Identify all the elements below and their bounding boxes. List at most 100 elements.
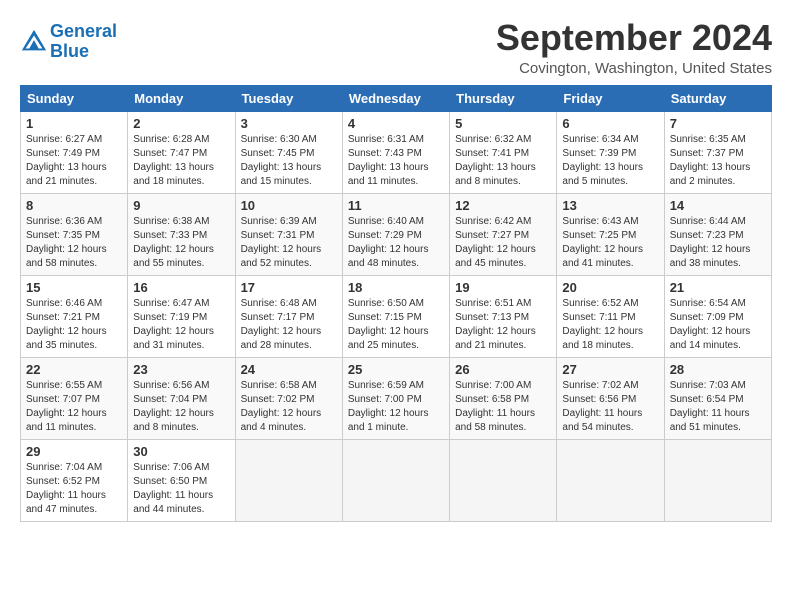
day-info: Sunrise: 6:39 AMSunset: 7:31 PMDaylight:… — [241, 215, 337, 271]
day-cell-14: 14 Sunrise: 6:44 AMSunset: 7:23 PMDayligh… — [664, 193, 771, 275]
day-cell-4: 4Sunrise: 6:31 AMSunset: 7:43 PMDaylight… — [342, 111, 449, 193]
day-cell-13: 13 Sunrise: 6:43 AMSunset: 7:25 PMDayligh… — [557, 193, 664, 275]
logo-icon — [20, 28, 48, 56]
day-cell-11: 11 Sunrise: 6:40 AMSunset: 7:29 PMDayligh… — [342, 193, 449, 275]
day-cell-27: 27 Sunrise: 7:02 AMSunset: 6:56 PMDayligh… — [557, 357, 664, 439]
day-info: Sunrise: 6:55 AMSunset: 7:07 PMDaylight:… — [26, 379, 122, 435]
day-number: 11 — [348, 198, 444, 213]
day-info: Sunrise: 6:38 AMSunset: 7:33 PMDaylight:… — [133, 215, 229, 271]
empty-cell — [235, 439, 342, 521]
header-row: SundayMondayTuesdayWednesdayThursdayFrid… — [21, 85, 772, 111]
day-number: 1 — [26, 116, 122, 131]
day-info: Sunrise: 6:54 AMSunset: 7:09 PMDaylight:… — [670, 297, 766, 353]
day-cell-26: 26 Sunrise: 7:00 AMSunset: 6:58 PMDayligh… — [450, 357, 557, 439]
day-number: 5 — [455, 116, 551, 131]
col-header-tuesday: Tuesday — [235, 85, 342, 111]
day-info: Sunrise: 6:42 AMSunset: 7:27 PMDaylight:… — [455, 215, 551, 271]
col-header-monday: Monday — [128, 85, 235, 111]
day-info: Sunrise: 6:58 AMSunset: 7:02 PMDaylight:… — [241, 379, 337, 435]
day-info: Sunrise: 7:03 AMSunset: 6:54 PMDaylight:… — [670, 379, 766, 435]
day-cell-8: 8 Sunrise: 6:36 AMSunset: 7:35 PMDaylight… — [21, 193, 128, 275]
day-number: 27 — [562, 362, 658, 377]
day-info: Sunrise: 6:52 AMSunset: 7:11 PMDaylight:… — [562, 297, 658, 353]
day-cell-3: 3Sunrise: 6:30 AMSunset: 7:45 PMDaylight… — [235, 111, 342, 193]
day-number: 22 — [26, 362, 122, 377]
day-number: 18 — [348, 280, 444, 295]
day-number: 28 — [670, 362, 766, 377]
day-info: Sunrise: 6:27 AMSunset: 7:49 PMDaylight:… — [26, 133, 122, 189]
day-number: 16 — [133, 280, 229, 295]
day-cell-21: 21Sunrise: 6:54 AMSunset: 7:09 PMDayligh… — [664, 275, 771, 357]
day-number: 15 — [26, 280, 122, 295]
calendar-week-3: 22 Sunrise: 6:55 AMSunset: 7:07 PMDayligh… — [21, 357, 772, 439]
day-cell-19: 19 Sunrise: 6:51 AMSunset: 7:13 PMDayligh… — [450, 275, 557, 357]
day-info: Sunrise: 6:59 AMSunset: 7:00 PMDaylight:… — [348, 379, 444, 435]
day-number: 2 — [133, 116, 229, 131]
day-number: 6 — [562, 116, 658, 131]
day-info: Sunrise: 6:31 AMSunset: 7:43 PMDaylight:… — [348, 133, 444, 189]
day-cell-10: 10 Sunrise: 6:39 AMSunset: 7:31 PMDayligh… — [235, 193, 342, 275]
day-info: Sunrise: 6:43 AMSunset: 7:25 PMDaylight:… — [562, 215, 658, 271]
day-number: 23 — [133, 362, 229, 377]
day-number: 26 — [455, 362, 551, 377]
day-info: Sunrise: 6:36 AMSunset: 7:35 PMDaylight:… — [26, 215, 122, 271]
day-number: 7 — [670, 116, 766, 131]
day-cell-16: 16 Sunrise: 6:47 AMSunset: 7:19 PMDayligh… — [128, 275, 235, 357]
calendar-table: SundayMondayTuesdayWednesdayThursdayFrid… — [20, 85, 772, 522]
header: General Blue September 2024 Covington, W… — [20, 18, 772, 77]
day-cell-15: 15 Sunrise: 6:46 AMSunset: 7:21 PMDayligh… — [21, 275, 128, 357]
empty-cell — [664, 439, 771, 521]
empty-cell — [342, 439, 449, 521]
day-cell-23: 23Sunrise: 6:56 AMSunset: 7:04 PMDayligh… — [128, 357, 235, 439]
day-cell-22: 22 Sunrise: 6:55 AMSunset: 7:07 PMDayligh… — [21, 357, 128, 439]
day-info: Sunrise: 7:06 AMSunset: 6:50 PMDaylight:… — [133, 461, 229, 517]
day-cell-1: 1 Sunrise: 6:27 AMSunset: 7:49 PMDaylight… — [21, 111, 128, 193]
title-block: September 2024 Covington, Washington, Un… — [496, 18, 772, 77]
col-header-saturday: Saturday — [664, 85, 771, 111]
day-info: Sunrise: 6:40 AMSunset: 7:29 PMDaylight:… — [348, 215, 444, 271]
day-cell-20: 20 Sunrise: 6:52 AMSunset: 7:11 PMDayligh… — [557, 275, 664, 357]
day-cell-29: 29 Sunrise: 7:04 AMSunset: 6:52 PMDayligh… — [21, 439, 128, 521]
day-info: Sunrise: 6:32 AMSunset: 7:41 PMDaylight:… — [455, 133, 551, 189]
logo-text: General Blue — [50, 22, 117, 62]
day-number: 10 — [241, 198, 337, 213]
calendar-week-1: 8 Sunrise: 6:36 AMSunset: 7:35 PMDaylight… — [21, 193, 772, 275]
logo: General Blue — [20, 22, 117, 62]
day-cell-18: 18 Sunrise: 6:50 AMSunset: 7:15 PMDayligh… — [342, 275, 449, 357]
day-number: 8 — [26, 198, 122, 213]
day-info: Sunrise: 7:04 AMSunset: 6:52 PMDaylight:… — [26, 461, 122, 517]
day-number: 24 — [241, 362, 337, 377]
day-cell-24: 24 Sunrise: 6:58 AMSunset: 7:02 PMDayligh… — [235, 357, 342, 439]
col-header-friday: Friday — [557, 85, 664, 111]
day-info: Sunrise: 7:02 AMSunset: 6:56 PMDaylight:… — [562, 379, 658, 435]
day-info: Sunrise: 6:48 AMSunset: 7:17 PMDaylight:… — [241, 297, 337, 353]
day-number: 13 — [562, 198, 658, 213]
day-info: Sunrise: 6:44 AMSunset: 7:23 PMDaylight:… — [670, 215, 766, 271]
day-number: 20 — [562, 280, 658, 295]
day-info: Sunrise: 6:28 AMSunset: 7:47 PMDaylight:… — [133, 133, 229, 189]
col-header-wednesday: Wednesday — [342, 85, 449, 111]
day-cell-30: 30 Sunrise: 7:06 AMSunset: 6:50 PMDayligh… — [128, 439, 235, 521]
day-info: Sunrise: 6:50 AMSunset: 7:15 PMDaylight:… — [348, 297, 444, 353]
calendar-week-0: 1 Sunrise: 6:27 AMSunset: 7:49 PMDaylight… — [21, 111, 772, 193]
empty-cell — [557, 439, 664, 521]
day-cell-28: 28 Sunrise: 7:03 AMSunset: 6:54 PMDayligh… — [664, 357, 771, 439]
day-info: Sunrise: 6:47 AMSunset: 7:19 PMDaylight:… — [133, 297, 229, 353]
day-number: 14 — [670, 198, 766, 213]
page-container: General Blue September 2024 Covington, W… — [0, 0, 792, 532]
empty-cell — [450, 439, 557, 521]
day-cell-7: 7Sunrise: 6:35 AMSunset: 7:37 PMDaylight… — [664, 111, 771, 193]
day-info: Sunrise: 6:46 AMSunset: 7:21 PMDaylight:… — [26, 297, 122, 353]
month-title: September 2024 — [496, 18, 772, 58]
calendar-week-4: 29 Sunrise: 7:04 AMSunset: 6:52 PMDayligh… — [21, 439, 772, 521]
day-number: 25 — [348, 362, 444, 377]
day-info: Sunrise: 6:51 AMSunset: 7:13 PMDaylight:… — [455, 297, 551, 353]
day-number: 30 — [133, 444, 229, 459]
day-cell-2: 2 Sunrise: 6:28 AMSunset: 7:47 PMDaylight… — [128, 111, 235, 193]
day-number: 19 — [455, 280, 551, 295]
day-cell-9: 9 Sunrise: 6:38 AMSunset: 7:33 PMDaylight… — [128, 193, 235, 275]
day-cell-17: 17Sunrise: 6:48 AMSunset: 7:17 PMDayligh… — [235, 275, 342, 357]
day-number: 29 — [26, 444, 122, 459]
day-info: Sunrise: 7:00 AMSunset: 6:58 PMDaylight:… — [455, 379, 551, 435]
day-number: 9 — [133, 198, 229, 213]
